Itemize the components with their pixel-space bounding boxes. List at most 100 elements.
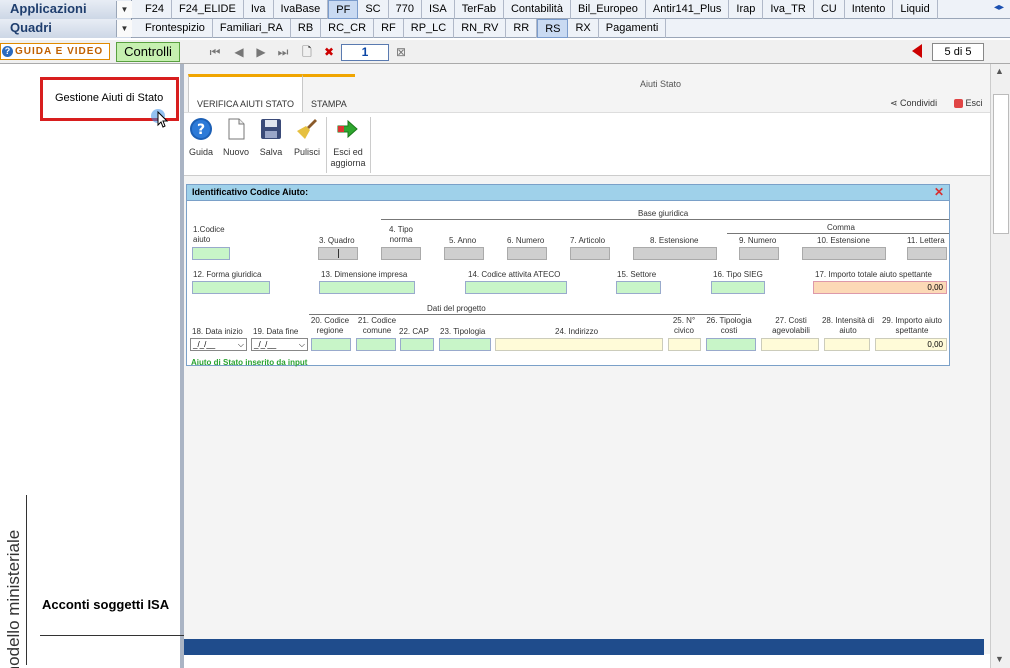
costi-agevolabili-field[interactable] xyxy=(761,338,819,351)
numero-field[interactable] xyxy=(507,247,547,260)
comma-estensione-field[interactable] xyxy=(802,247,886,260)
base-giuridica-header: Base giuridica xyxy=(638,209,689,218)
menu-item-cu[interactable]: CU xyxy=(814,0,845,19)
menu-item-antir141-plus[interactable]: Antir141_Plus xyxy=(646,0,730,19)
delete-page-icon[interactable]: ✖ xyxy=(322,44,336,60)
menu-item-intento[interactable]: Intento xyxy=(845,0,894,19)
data-inizio-picker[interactable]: _/_/__ ⌵ xyxy=(190,338,247,351)
esci-aggiorna-ribbon-button[interactable]: Esci ed aggiorna xyxy=(330,117,366,169)
codice-aiuto-field[interactable] xyxy=(192,247,230,260)
menu-item-pf[interactable]: PF xyxy=(328,0,359,19)
tipo-norma-field[interactable] xyxy=(381,247,421,260)
forma-giuridica-field[interactable] xyxy=(192,281,270,294)
intensita-aiuto-field[interactable] xyxy=(824,338,870,351)
close-icon[interactable]: ✕ xyxy=(934,186,944,199)
quadro-tab-rc-cr[interactable]: RC_CR xyxy=(321,19,375,38)
exit-label: Esci xyxy=(965,98,983,108)
menu-item-terfab[interactable]: TerFab xyxy=(455,0,504,19)
quadro-tab-rs[interactable]: RS xyxy=(537,19,569,38)
previous-page-icon[interactable]: ◀ xyxy=(232,44,246,60)
lettera-field[interactable] xyxy=(907,247,947,260)
exit-button[interactable]: Esci xyxy=(954,98,983,109)
quadri-dropdown-icon[interactable]: ▼ xyxy=(116,20,132,37)
scroll-down-icon[interactable]: ▼ xyxy=(995,654,1004,664)
tipologia-costi-field[interactable] xyxy=(706,338,756,351)
quadro-tab-rb[interactable]: RB xyxy=(291,19,322,38)
codice-comune-field[interactable] xyxy=(356,338,396,351)
menu-item-irap[interactable]: Irap xyxy=(729,0,764,19)
importo-totale-field[interactable]: 0,00 xyxy=(813,281,947,294)
articolo-field[interactable] xyxy=(570,247,610,260)
menu-item-isa[interactable]: ISA xyxy=(422,0,455,19)
settore-field[interactable] xyxy=(616,281,661,294)
tipologia-field[interactable] xyxy=(439,338,491,351)
esci-aggiorna-ribbon-label: Esci ed aggiorna xyxy=(330,147,366,168)
codice-ateco-field[interactable] xyxy=(465,281,567,294)
codice-regione-field[interactable] xyxy=(311,338,351,351)
tipo-sieg-field[interactable] xyxy=(711,281,765,294)
dati-progetto-header: Dati del progetto xyxy=(427,304,486,313)
menu-item-liquid[interactable]: Liquid xyxy=(893,0,938,19)
indirizzo-label: 24. Indirizzo xyxy=(555,327,599,336)
ribbon-toolbar: ? Guida Nuovo Salva Pulisci Esci ed aggi… xyxy=(184,112,990,176)
menu-item-f24[interactable]: F24 xyxy=(138,0,172,19)
share-button[interactable]: ⋖ Condividi xyxy=(890,98,937,109)
quadro-tab-pagamenti[interactable]: Pagamenti xyxy=(599,19,667,38)
quadro-tab-rp-lc[interactable]: RP_LC xyxy=(404,19,455,38)
broom-icon xyxy=(297,119,317,139)
menu-item-contabilit-[interactable]: Contabilità xyxy=(504,0,571,19)
scroll-up-icon[interactable]: ▲ xyxy=(995,66,1004,76)
anno-field[interactable] xyxy=(444,247,484,260)
controlli-button[interactable]: Controlli xyxy=(116,42,180,62)
previous-form-icon[interactable] xyxy=(912,44,922,58)
guida-video-button[interactable]: ? GUIDA E VIDEO xyxy=(0,43,110,60)
quadro-tab-rr[interactable]: RR xyxy=(506,19,538,38)
dimensione-impresa-field[interactable] xyxy=(319,281,415,294)
applicazioni-dropdown-icon[interactable]: ▼ xyxy=(116,1,132,18)
next-page-icon[interactable]: ▶ xyxy=(254,44,268,60)
nuovo-ribbon-button[interactable]: Nuovo xyxy=(222,117,250,157)
quadro-tab-familiari-ra[interactable]: Familiari_RA xyxy=(213,19,291,38)
scrollbar-thumb[interactable] xyxy=(993,94,1009,234)
vertical-scrollbar[interactable]: ▲ ▼ xyxy=(990,64,1010,668)
numero-civico-field[interactable] xyxy=(668,338,701,351)
page-number-input[interactable]: 1 xyxy=(341,44,389,61)
ribbon-separator xyxy=(326,117,327,173)
pulisci-ribbon-button[interactable]: Pulisci xyxy=(292,117,322,157)
menu-item-f24-elide[interactable]: F24_ELIDE xyxy=(172,0,244,19)
menu-item-770[interactable]: 770 xyxy=(389,0,422,19)
codice-regione-label: 20. Codice regione xyxy=(310,316,350,335)
new-page-icon[interactable]: 🗋 xyxy=(300,44,314,60)
indirizzo-field[interactable] xyxy=(495,338,663,351)
importo-aiuto-field[interactable]: 0,00 xyxy=(875,338,947,351)
guida-ribbon-label: Guida xyxy=(188,147,214,157)
tab-verifica-aiuti-stato[interactable]: VERIFICA AIUTI STATO xyxy=(188,74,304,112)
quadro-tab-rn-rv[interactable]: RN_RV xyxy=(454,19,507,38)
comma-header: Comma xyxy=(827,223,856,232)
salva-ribbon-button[interactable]: Salva xyxy=(258,117,284,157)
menu-item-sc[interactable]: SC xyxy=(358,0,389,19)
dialog-title: Identificativo Codice Aiuto: ✕ xyxy=(187,185,949,201)
scroll-right-icon[interactable]: ◂▸ xyxy=(994,2,1008,16)
data-fine-picker[interactable]: _/_/__ ⌵ xyxy=(251,338,308,351)
cap-field[interactable] xyxy=(400,338,434,351)
first-page-icon[interactable]: ⏮ xyxy=(208,44,222,60)
guida-ribbon-button[interactable]: ? Guida xyxy=(188,117,214,157)
delete-disabled-icon[interactable]: ⊠ xyxy=(394,44,408,60)
data-inizio-label: 18. Data inizio xyxy=(192,327,243,336)
menu-item-iva-tr[interactable]: Iva_TR xyxy=(763,0,814,19)
tab-stampa[interactable]: STAMPA xyxy=(303,74,355,112)
menu-item-ivabase[interactable]: IvaBase xyxy=(274,0,329,19)
menu-item-iva[interactable]: Iva xyxy=(244,0,274,19)
gestione-aiuti-stato-label: Gestione Aiuti di Stato xyxy=(55,92,164,104)
comma-numero-field[interactable] xyxy=(739,247,779,260)
vertical-rule xyxy=(26,495,27,665)
quadro-tab-rx[interactable]: RX xyxy=(568,19,599,38)
last-page-icon[interactable]: ⏭ xyxy=(276,44,290,60)
exit-icon xyxy=(954,99,963,109)
estensione-field[interactable] xyxy=(633,247,717,260)
menu-item-bil-europeo[interactable]: Bil_Europeo xyxy=(571,0,646,19)
quadro-tab-rf[interactable]: RF xyxy=(374,19,404,38)
quadro-field[interactable] xyxy=(318,247,358,260)
quadro-tab-frontespizio[interactable]: Frontespizio xyxy=(138,19,213,38)
